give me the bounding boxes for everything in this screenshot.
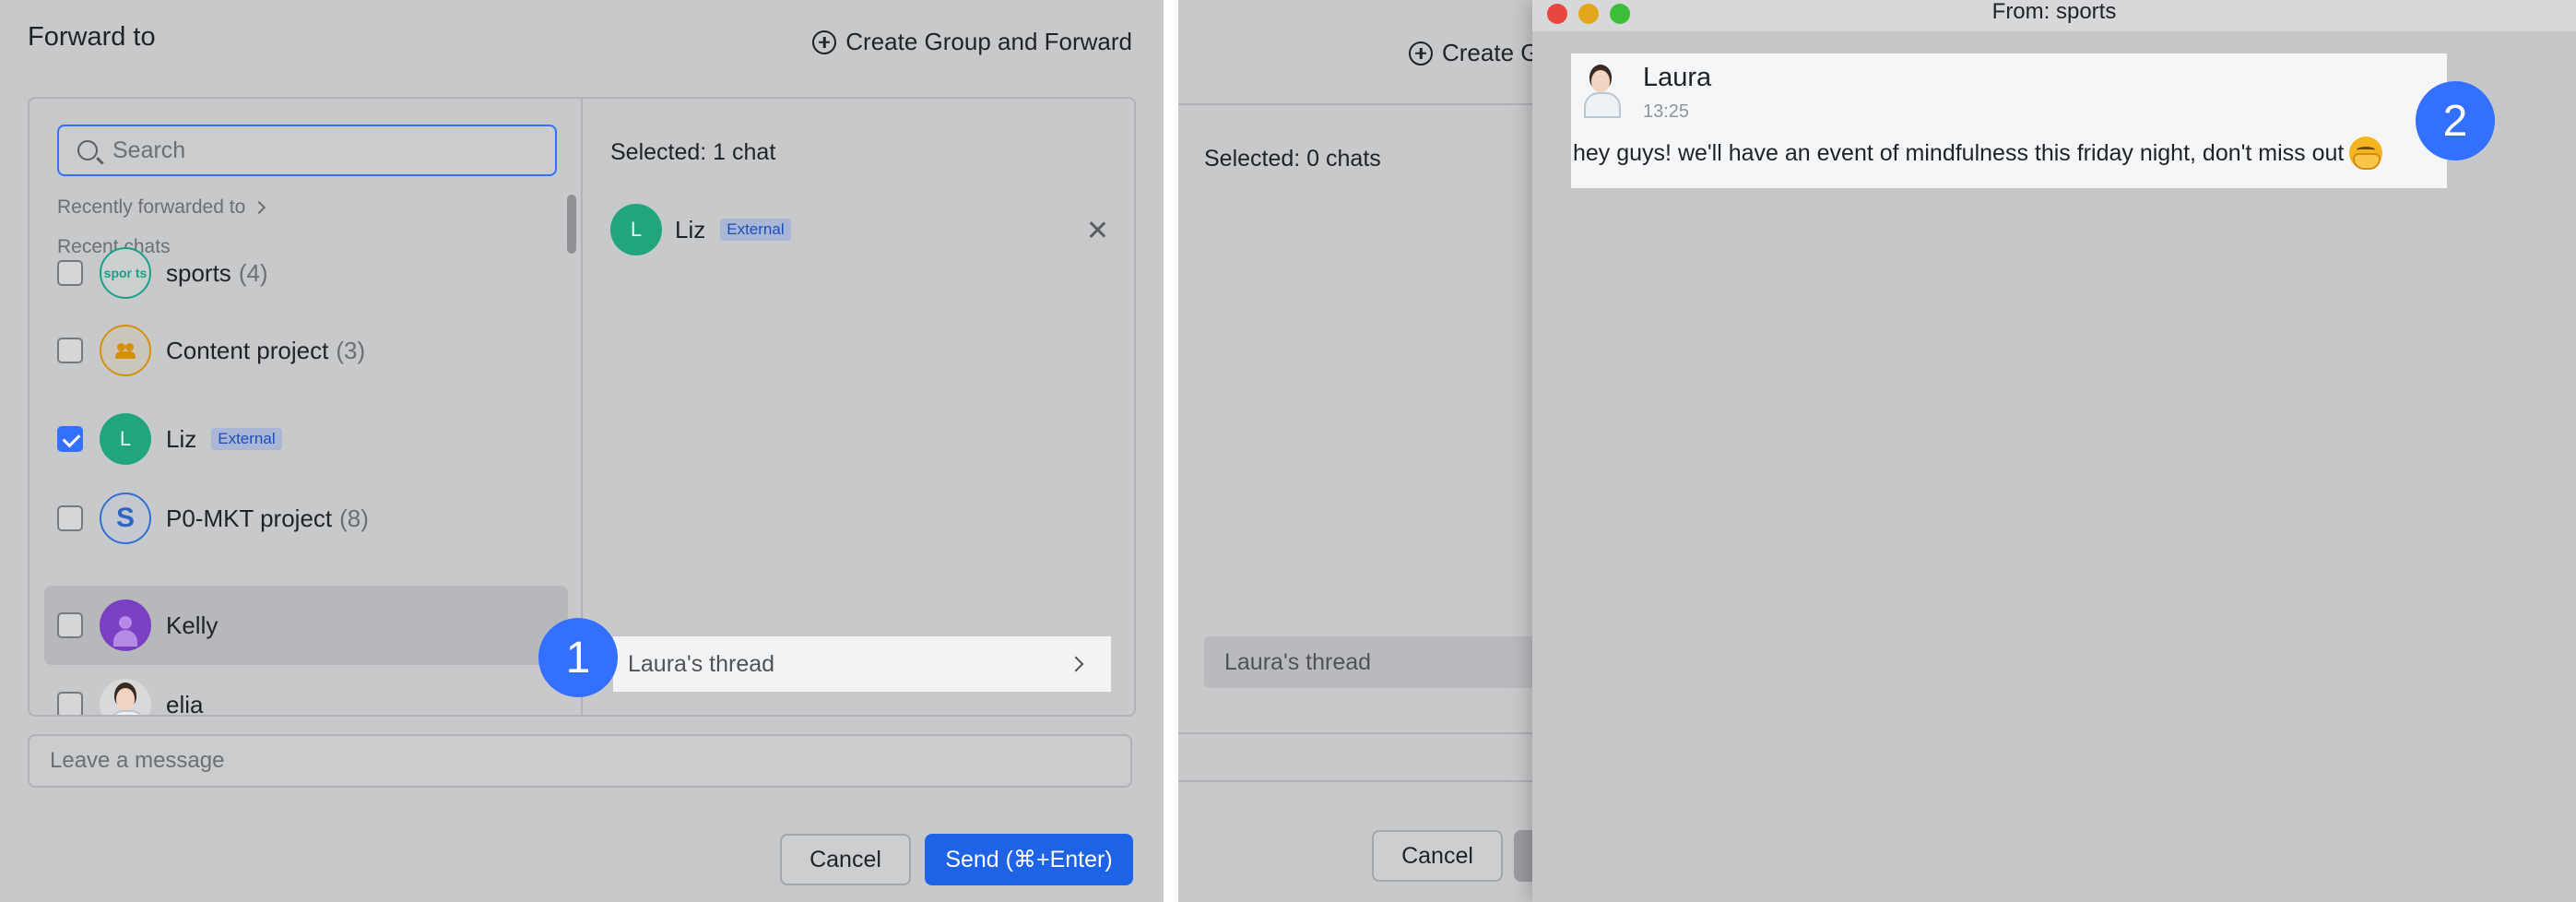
user-photo-icon <box>1582 68 1621 118</box>
sender-name: Laura <box>1643 63 1712 92</box>
chat-row-sports[interactable]: spor ts sports (4) <box>44 233 568 313</box>
user-avatar <box>100 599 151 651</box>
chat-name: elia <box>166 690 204 716</box>
people-icon <box>115 343 136 359</box>
plus-circle-icon <box>1409 41 1433 65</box>
external-badge: External <box>720 219 791 241</box>
user-avatar: L <box>100 413 151 465</box>
chat-row-elia[interactable]: elia <box>44 665 568 715</box>
chat-row-p0-mkt-project[interactable]: S P0-MKT project (8) <box>44 479 568 558</box>
message-time: 13:25 <box>1643 101 1690 122</box>
window-titlebar: From: sports <box>1532 0 2576 31</box>
thread-preview-button[interactable]: Laura's thread <box>1204 636 1573 688</box>
chat-checkbox[interactable] <box>57 505 83 531</box>
chat-name: Liz <box>166 424 197 453</box>
list-scrollbar[interactable] <box>567 195 576 254</box>
remove-selected-icon[interactable] <box>1086 219 1108 241</box>
dialog-title: Forward to <box>28 22 156 52</box>
member-count: (3) <box>336 336 366 364</box>
create-group-label: Create G <box>1442 39 1540 66</box>
external-badge: External <box>211 428 282 450</box>
chat-row-content-project[interactable]: Content project (3) <box>44 311 568 390</box>
chat-row-kelly[interactable]: Kelly <box>44 586 568 665</box>
leave-message-input[interactable] <box>28 734 1132 788</box>
window-title: From: sports <box>1991 0 2117 24</box>
plus-circle-icon <box>812 30 837 54</box>
chat-checkbox[interactable] <box>57 692 83 715</box>
message-body: hey guys! we'll have an event of mindful… <box>1573 139 2345 166</box>
recently-forwarded-link[interactable]: Recently forwarded to <box>57 196 266 219</box>
selected-count-title: Selected: 0 chats <box>1204 146 1381 172</box>
chat-list-column: Recently forwarded to Recent chats spor … <box>30 99 583 715</box>
chat-name: Content project <box>166 336 329 364</box>
selected-name: Liz <box>675 215 706 243</box>
selected-count-title: Selected: 1 chat <box>610 139 776 165</box>
chat-checkbox-checked[interactable] <box>57 426 83 452</box>
chevron-right-icon <box>1068 656 1084 672</box>
send-button[interactable]: Send (⌘+Enter) <box>925 834 1133 885</box>
recently-forwarded-label: Recently forwarded to <box>57 196 246 218</box>
chat-name: sports <box>166 258 231 287</box>
message-text: hey guys! we'll have an event of mindful… <box>1573 136 2383 170</box>
chevron-right-icon <box>253 200 266 215</box>
thread-preview-button[interactable]: Laura's thread <box>613 636 1111 692</box>
chat-name: P0-MKT project <box>166 504 333 532</box>
leave-message-input[interactable] <box>1178 732 1547 782</box>
create-group-button-partial[interactable]: Create G <box>1409 39 1540 67</box>
member-count: (4) <box>238 258 268 287</box>
person-icon <box>112 616 139 647</box>
dialog-border <box>1178 103 1547 105</box>
thread-label: Laura's thread <box>628 650 775 677</box>
sender-avatar <box>1577 61 1625 118</box>
cancel-button[interactable]: Cancel <box>1372 830 1503 882</box>
selected-item-liz: L Liz External <box>610 202 1108 257</box>
search-box[interactable] <box>57 125 557 176</box>
yawning-face-emoji-icon <box>2349 136 2383 170</box>
user-avatar <box>100 679 151 715</box>
chat-row-liz[interactable]: L Liz External <box>44 399 568 479</box>
cancel-button[interactable]: Cancel <box>780 834 911 885</box>
step-badge-1: 1 <box>538 618 618 697</box>
user-photo-icon <box>107 686 146 715</box>
forward-dialog: Forward to Create Group and Forward Rece… <box>0 0 1164 902</box>
chat-name: Kelly <box>166 611 219 639</box>
chat-checkbox[interactable] <box>57 338 83 363</box>
member-count: (8) <box>339 504 369 532</box>
group-avatar <box>100 325 151 376</box>
selected-column: Selected: 1 chat L Liz External <box>585 99 1134 715</box>
create-group-label: Create Group and Forward <box>845 28 1132 55</box>
create-group-and-forward-button[interactable]: Create Group and Forward <box>812 28 1132 56</box>
chat-checkbox[interactable] <box>57 612 83 638</box>
message-card: Laura 13:25 hey guys! we'll have an even… <box>1571 53 2447 188</box>
forward-dialog-with-thread-window: Create G Selected: 0 chats Laura's threa… <box>1178 0 2576 902</box>
user-avatar: L <box>610 204 662 255</box>
chat-checkbox[interactable] <box>57 260 83 286</box>
search-icon <box>77 140 98 160</box>
group-avatar: S <box>100 493 151 544</box>
search-input[interactable] <box>112 136 537 164</box>
step-badge-2: 2 <box>2416 81 2495 160</box>
group-avatar: spor ts <box>100 247 151 299</box>
